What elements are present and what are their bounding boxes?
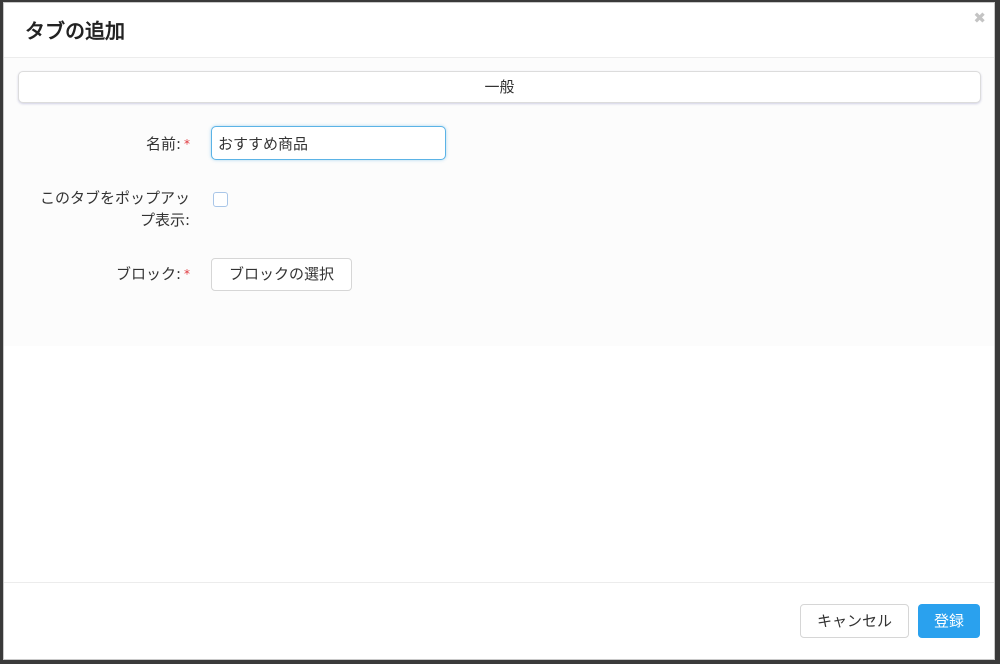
block-field-label: ブロック: * xyxy=(116,263,190,285)
dialog-header: タブの追加 ✖ xyxy=(4,3,994,58)
popup-checkbox[interactable] xyxy=(213,192,228,207)
name-input[interactable] xyxy=(211,126,446,160)
name-label-text: 名前: xyxy=(145,135,181,153)
add-tab-dialog: タブの追加 ✖ 一般 名前:* このタブをポップアッ プ表示: ブロック:* ブ… xyxy=(3,2,995,660)
block-label-text: ブロック: xyxy=(115,265,181,283)
save-button[interactable]: 登録 xyxy=(918,604,980,638)
select-block-button[interactable]: ブロックの選択 xyxy=(211,258,352,291)
close-icon[interactable]: ✖ xyxy=(973,9,986,27)
dialog-title: タブの追加 xyxy=(25,19,125,43)
popup-label-line1: このタブをポップアッ xyxy=(39,189,190,207)
dialog-body: 一般 名前:* このタブをポップアッ プ表示: ブロック:* ブロックの選択 xyxy=(4,58,994,346)
dialog-footer: キャンセル 登録 xyxy=(4,582,994,659)
cancel-button[interactable]: キャンセル xyxy=(800,604,909,638)
name-field-label: 名前: * xyxy=(146,133,190,155)
section-tab-general[interactable]: 一般 xyxy=(18,71,981,103)
popup-label-line2: プ表示: xyxy=(139,211,190,229)
required-mark: * xyxy=(184,267,190,281)
required-mark: * xyxy=(184,137,190,151)
popup-field-label: このタブをポップアッ プ表示: xyxy=(40,187,190,231)
